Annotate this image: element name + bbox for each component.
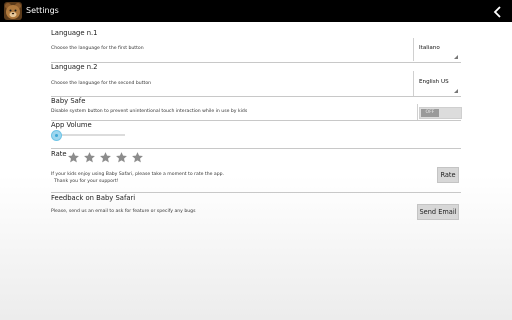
star-icon[interactable] (131, 151, 144, 164)
language2-title: Language n.2 (51, 63, 98, 71)
language1-description: Choose the language for the first button (51, 46, 144, 51)
language2-select[interactable]: English US (416, 73, 460, 95)
baby-safe-toggle[interactable]: OFF (419, 107, 462, 119)
language2-description: Choose the language for the second butto… (51, 81, 152, 86)
volume-title: App Volume (51, 121, 92, 129)
volume-slider-thumb[interactable] (51, 130, 62, 141)
dropdown-arrow-icon (454, 89, 458, 93)
send-email-button[interactable]: Send Email (417, 204, 459, 220)
dropdown-arrow-icon (454, 55, 458, 59)
volume-slider-track[interactable] (57, 134, 125, 136)
divider (413, 38, 414, 61)
divider (51, 120, 461, 121)
language2-value: English US (419, 79, 449, 85)
star-icon[interactable] (83, 151, 96, 164)
star-icon[interactable] (115, 151, 128, 164)
divider (51, 192, 461, 193)
divider (51, 148, 461, 149)
chevron-left-icon[interactable] (492, 4, 504, 18)
language1-value: Italiano (419, 45, 440, 51)
rate-thanks: Thank you for your support! (54, 179, 119, 184)
rate-button[interactable]: Rate (437, 167, 459, 183)
baby-safe-description: Disable system button to prevent uninten… (51, 109, 248, 114)
top-bar: Settings (0, 0, 512, 22)
divider (51, 96, 461, 97)
bear-app-icon[interactable] (4, 2, 22, 20)
language1-select[interactable]: Italiano (416, 39, 460, 61)
baby-safe-title: Baby Safe (51, 97, 86, 105)
page-title: Settings (26, 6, 59, 15)
toggle-label: OFF (421, 109, 439, 117)
rate-title: Rate (51, 150, 67, 158)
rating-stars[interactable] (67, 151, 147, 164)
feedback-description: Please, send us an email to ask for feat… (51, 209, 196, 214)
divider (413, 71, 414, 96)
language1-title: Language n.1 (51, 29, 98, 37)
rate-message: If your kids enjoy using Baby Safari, pl… (51, 172, 225, 177)
feedback-title: Feedback on Baby Safari (51, 194, 136, 202)
star-icon[interactable] (67, 151, 80, 164)
divider (51, 62, 461, 63)
divider (417, 104, 418, 120)
star-icon[interactable] (99, 151, 112, 164)
